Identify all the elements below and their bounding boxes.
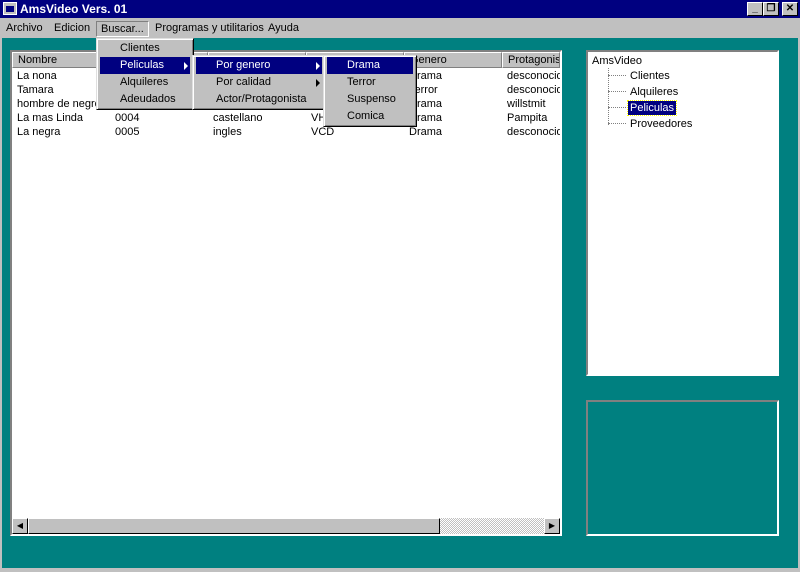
arrow-right-icon: ▶ <box>548 521 556 530</box>
menu-archivo[interactable]: Archivo <box>2 21 47 37</box>
menu-item-adeudados[interactable]: Adeudados <box>100 91 190 108</box>
menu-item-label: Drama <box>347 59 381 71</box>
cell-genero: Terror <box>409 84 438 96</box>
menu-item-label: Por calidad <box>216 76 272 88</box>
cell-genero: Drama <box>409 98 443 110</box>
close-button[interactable]: ✕ <box>782 2 798 16</box>
table-row[interactable]: La negra 0005 ingles VCD Drama desconoci… <box>12 125 560 139</box>
scroll-right-button[interactable]: ▶ <box>544 518 560 534</box>
cell-codigo: 0004 <box>115 112 140 124</box>
menu-item-label: Actor/Protagonista <box>216 93 307 105</box>
menu-item-por-calidad[interactable]: Por calidad <box>196 74 322 91</box>
table-row[interactable]: La mas Linda 0004 castellano VHS Drama P… <box>12 111 560 125</box>
cell-nombre: La mas Linda <box>17 112 84 124</box>
submenu-arrow-icon <box>316 79 320 87</box>
app-icon[interactable] <box>3 2 17 15</box>
menu-item-label: Suspenso <box>347 93 396 105</box>
column-header-protagonista[interactable]: Protagonis <box>502 52 560 68</box>
restore-icon: ❐ <box>766 3 776 14</box>
menu-buscar[interactable]: Buscar... <box>96 21 149 37</box>
submenu-arrow-icon <box>184 62 188 70</box>
cell-genero: Drama <box>409 126 443 138</box>
arrow-left-icon: ◀ <box>16 521 24 530</box>
cell-nombre: La negra <box>17 126 61 138</box>
tree-connector <box>608 107 626 108</box>
tree-connector <box>608 68 609 125</box>
tree-item-clientes[interactable]: Clientes <box>628 69 672 83</box>
close-icon: ✕ <box>785 3 795 14</box>
por-genero-submenu: Drama Terror Suspenso Comica <box>323 55 417 127</box>
cell-idioma: ingles <box>213 126 242 138</box>
cell-protagonista: willstmit <box>507 98 546 110</box>
cell-genero: Drama <box>409 70 443 82</box>
tree-connector <box>608 91 626 92</box>
menu-item-clientes[interactable]: Clientes <box>100 40 190 57</box>
column-header-genero[interactable]: Genero <box>404 52 502 68</box>
cell-protagonista: desconocid <box>507 84 560 96</box>
cell-formato: VCD <box>311 126 335 138</box>
minimize-icon: _ <box>752 3 758 14</box>
tree-root[interactable]: AmsVideo <box>590 54 644 68</box>
menu-ayuda[interactable]: Ayuda <box>264 21 303 37</box>
cell-codigo: 0005 <box>115 126 140 138</box>
menu-item-peliculas[interactable]: Peliculas <box>100 57 190 74</box>
menu-item-label: Comica <box>347 110 385 122</box>
tree-connector <box>608 75 626 76</box>
buscar-menu: Clientes Peliculas Alquileres Adeudados <box>96 38 194 110</box>
menu-item-drama[interactable]: Drama <box>327 57 413 74</box>
scrollbar-thumb[interactable] <box>28 518 440 534</box>
menu-item-label: Terror <box>347 76 376 88</box>
main-window: AmsVideo Vers. 01 _ ❐ ✕ Archivo Edicion … <box>0 0 800 572</box>
menu-item-label: Peliculas <box>120 59 165 71</box>
menu-item-label: Alquileres <box>120 76 169 88</box>
menu-item-comica[interactable]: Comica <box>327 108 413 125</box>
menu-item-por-genero[interactable]: Por genero <box>196 57 322 74</box>
menu-programas[interactable]: Programas y utilitarios <box>151 21 268 37</box>
window-title: AmsVideo Vers. 01 <box>20 2 128 16</box>
submenu-arrow-icon <box>316 62 320 70</box>
tree-item-alquileres[interactable]: Alquileres <box>628 85 680 99</box>
cell-protagonista: desconocid <box>507 70 560 82</box>
horizontal-scrollbar[interactable]: ◀ ▶ <box>12 518 560 534</box>
movies-list[interactable]: Nombre Genero Protagonis La nona Drama d… <box>10 50 562 536</box>
cell-idioma: castellano <box>213 112 263 124</box>
menu-item-actor[interactable]: Actor/Protagonista <box>196 91 322 108</box>
tree-connector <box>608 123 626 124</box>
scroll-left-button[interactable]: ◀ <box>12 518 28 534</box>
menu-item-label: Adeudados <box>120 93 176 105</box>
menu-edicion[interactable]: Edicion <box>50 21 94 37</box>
peliculas-submenu: Por genero Por calidad Actor/Protagonist… <box>192 55 326 110</box>
menu-bar: Archivo Edicion Buscar... Programas y ut… <box>0 18 800 38</box>
title-bar[interactable]: AmsVideo Vers. 01 _ ❐ ✕ <box>0 0 800 18</box>
navigation-tree[interactable]: AmsVideo Clientes Alquileres Peliculas P… <box>586 50 779 376</box>
cell-protagonista: desconocid <box>507 126 560 138</box>
restore-button[interactable]: ❐ <box>763 2 779 16</box>
menu-item-suspenso[interactable]: Suspenso <box>327 91 413 108</box>
menu-item-terror[interactable]: Terror <box>327 74 413 91</box>
tree-item-proveedores[interactable]: Proveedores <box>628 117 694 131</box>
info-panel <box>586 400 779 536</box>
menu-item-label: Por genero <box>216 59 271 71</box>
cell-protagonista: Pampita <box>507 112 548 124</box>
cell-genero: Drama <box>409 112 443 124</box>
tree-item-peliculas[interactable]: Peliculas <box>626 100 678 116</box>
menu-item-alquileres[interactable]: Alquileres <box>100 74 190 91</box>
minimize-button[interactable]: _ <box>747 2 763 16</box>
menu-item-label: Clientes <box>120 42 160 54</box>
